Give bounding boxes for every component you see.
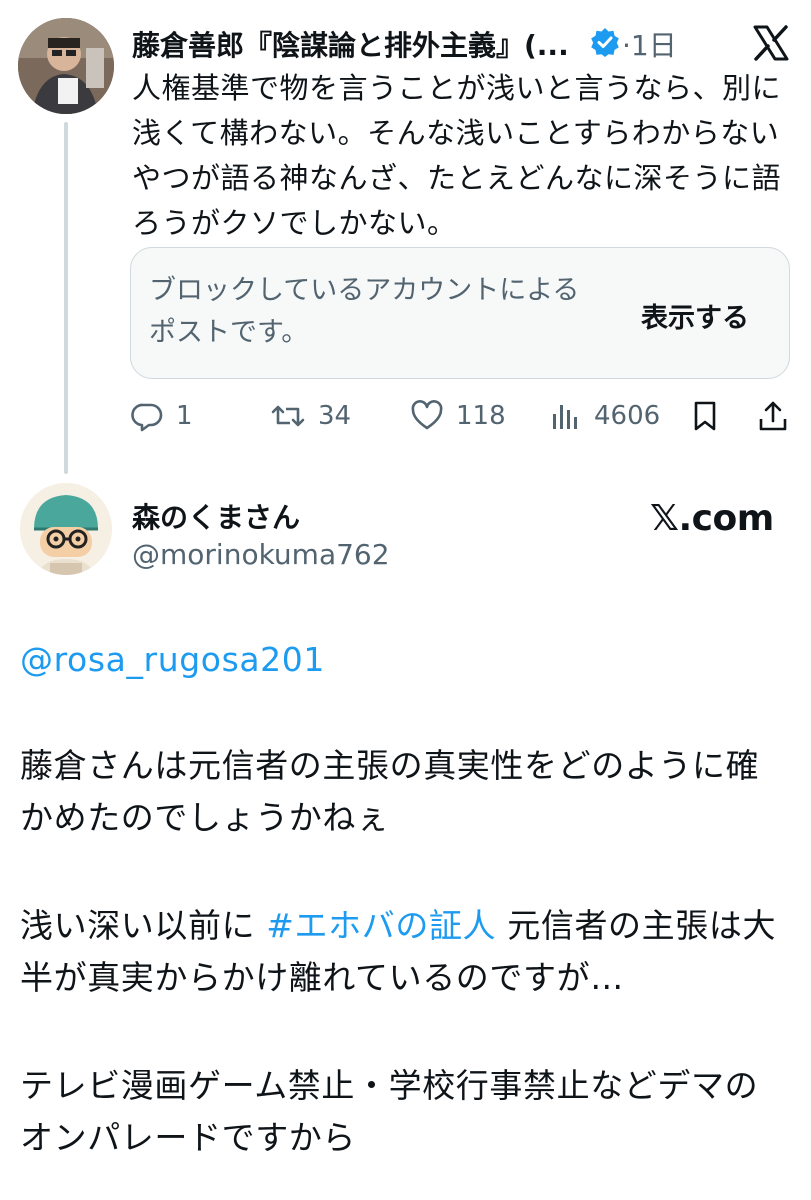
views-icon: [553, 405, 577, 429]
author-avatar[interactable]: [18, 18, 114, 114]
like-count: 118: [456, 401, 506, 431]
reply-paragraph-2: 浅い深い以前に #エホバの証人 元信者の主張は大半が真実からかけ離れているのです…: [20, 900, 780, 1004]
reply-author-handle[interactable]: @morinokuma762: [132, 538, 390, 571]
reply-button[interactable]: 1: [130, 396, 193, 436]
reply-count: 1: [176, 401, 193, 431]
reply-paragraph-1: 藤倉さんは元信者の主張の真実性をどのように確かめたのでしょうかねぇ: [20, 746, 760, 837]
share-icon: [759, 401, 787, 431]
author-name[interactable]: 藤倉善郎『陰謀論と排外主義』(...: [132, 24, 569, 64]
hashtag-link[interactable]: #エホバの証人: [266, 906, 496, 945]
blocked-quote-text: ブロックしているアカウントによるポストです。: [149, 275, 580, 348]
x-com-brand: 𝕏.com: [650, 498, 774, 539]
thread-line: [64, 122, 68, 474]
post-time[interactable]: ·1日: [622, 24, 677, 64]
share-button[interactable]: [756, 396, 802, 436]
reply-icon: [131, 403, 163, 432]
post-text: 人権基準で物を言うことが浅いと言うなら、別に浅くて構わない。そんな浅いことすらわ…: [132, 71, 782, 240]
mention-link[interactable]: @rosa_rugosa201: [20, 634, 780, 686]
paragraph-2-lead: 浅い深い以前に: [20, 906, 267, 945]
like-icon: [411, 400, 443, 430]
bookmark-button[interactable]: [690, 396, 732, 436]
repost-button[interactable]: 34: [270, 396, 351, 436]
verified-badge-icon: [590, 27, 620, 57]
x-logo-icon: [752, 24, 790, 62]
show-button[interactable]: 表示する: [641, 296, 749, 335]
views-button[interactable]: 4606: [550, 396, 660, 436]
repost-icon: [271, 405, 305, 427]
bookmark-icon: [694, 401, 716, 431]
reply-author-name[interactable]: 森のくまさん: [132, 496, 300, 536]
like-button[interactable]: 118: [410, 396, 506, 436]
blocked-quote-card: ブロックしているアカウントによるポストです。 表示する: [130, 247, 790, 379]
repost-count: 34: [318, 401, 352, 431]
reply-author-avatar[interactable]: [20, 483, 112, 575]
views-count: 4606: [594, 401, 661, 431]
reply-paragraph-3: テレビ漫画ゲーム禁止・学校行事禁止などデマのオンパレードですから: [20, 1066, 759, 1157]
